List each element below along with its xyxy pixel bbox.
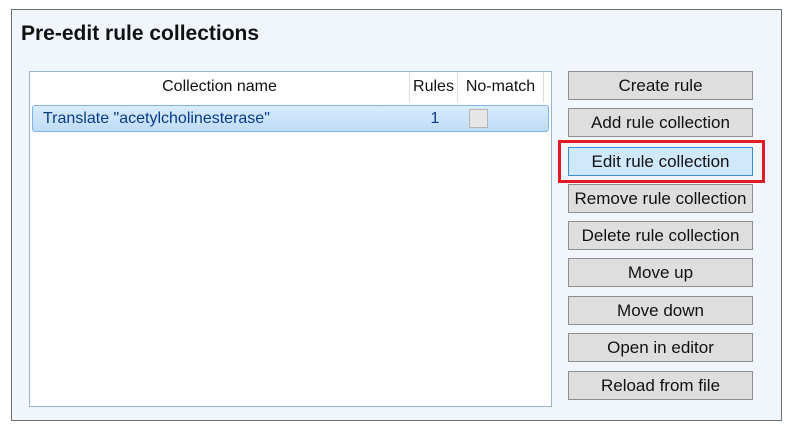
open-in-editor-button[interactable]: Open in editor — [568, 333, 753, 362]
rules-count-cell: 1 — [430, 110, 440, 127]
no-match-checkbox[interactable] — [469, 109, 488, 128]
list-header: Collection name Rules No-match — [30, 72, 551, 102]
panel-title: Pre-edit rule collections — [21, 22, 260, 45]
delete-rule-collection-button[interactable]: Delete rule collection — [568, 221, 753, 250]
edit-rule-collection-button[interactable]: Edit rule collection — [568, 147, 753, 176]
rule-collections-panel: Pre-edit rule collections Collection nam… — [11, 9, 782, 421]
collection-name-cell: Translate "acetylcholinesterase" — [43, 110, 270, 127]
add-rule-collection-button[interactable]: Add rule collection — [568, 108, 753, 137]
column-header-collection-name[interactable]: Collection name — [30, 72, 410, 102]
column-header-rules[interactable]: Rules — [410, 72, 458, 102]
move-down-button[interactable]: Move down — [568, 296, 753, 325]
remove-rule-collection-button[interactable]: Remove rule collection — [568, 184, 753, 213]
reload-from-file-button[interactable]: Reload from file — [568, 371, 753, 400]
create-rule-button[interactable]: Create rule — [568, 71, 753, 100]
rule-collections-list[interactable]: Collection name Rules No-match Translate… — [29, 71, 552, 407]
move-up-button[interactable]: Move up — [568, 258, 753, 287]
column-header-no-match[interactable]: No-match — [458, 72, 544, 102]
list-item[interactable]: Translate "acetylcholinesterase" 1 — [32, 105, 549, 132]
